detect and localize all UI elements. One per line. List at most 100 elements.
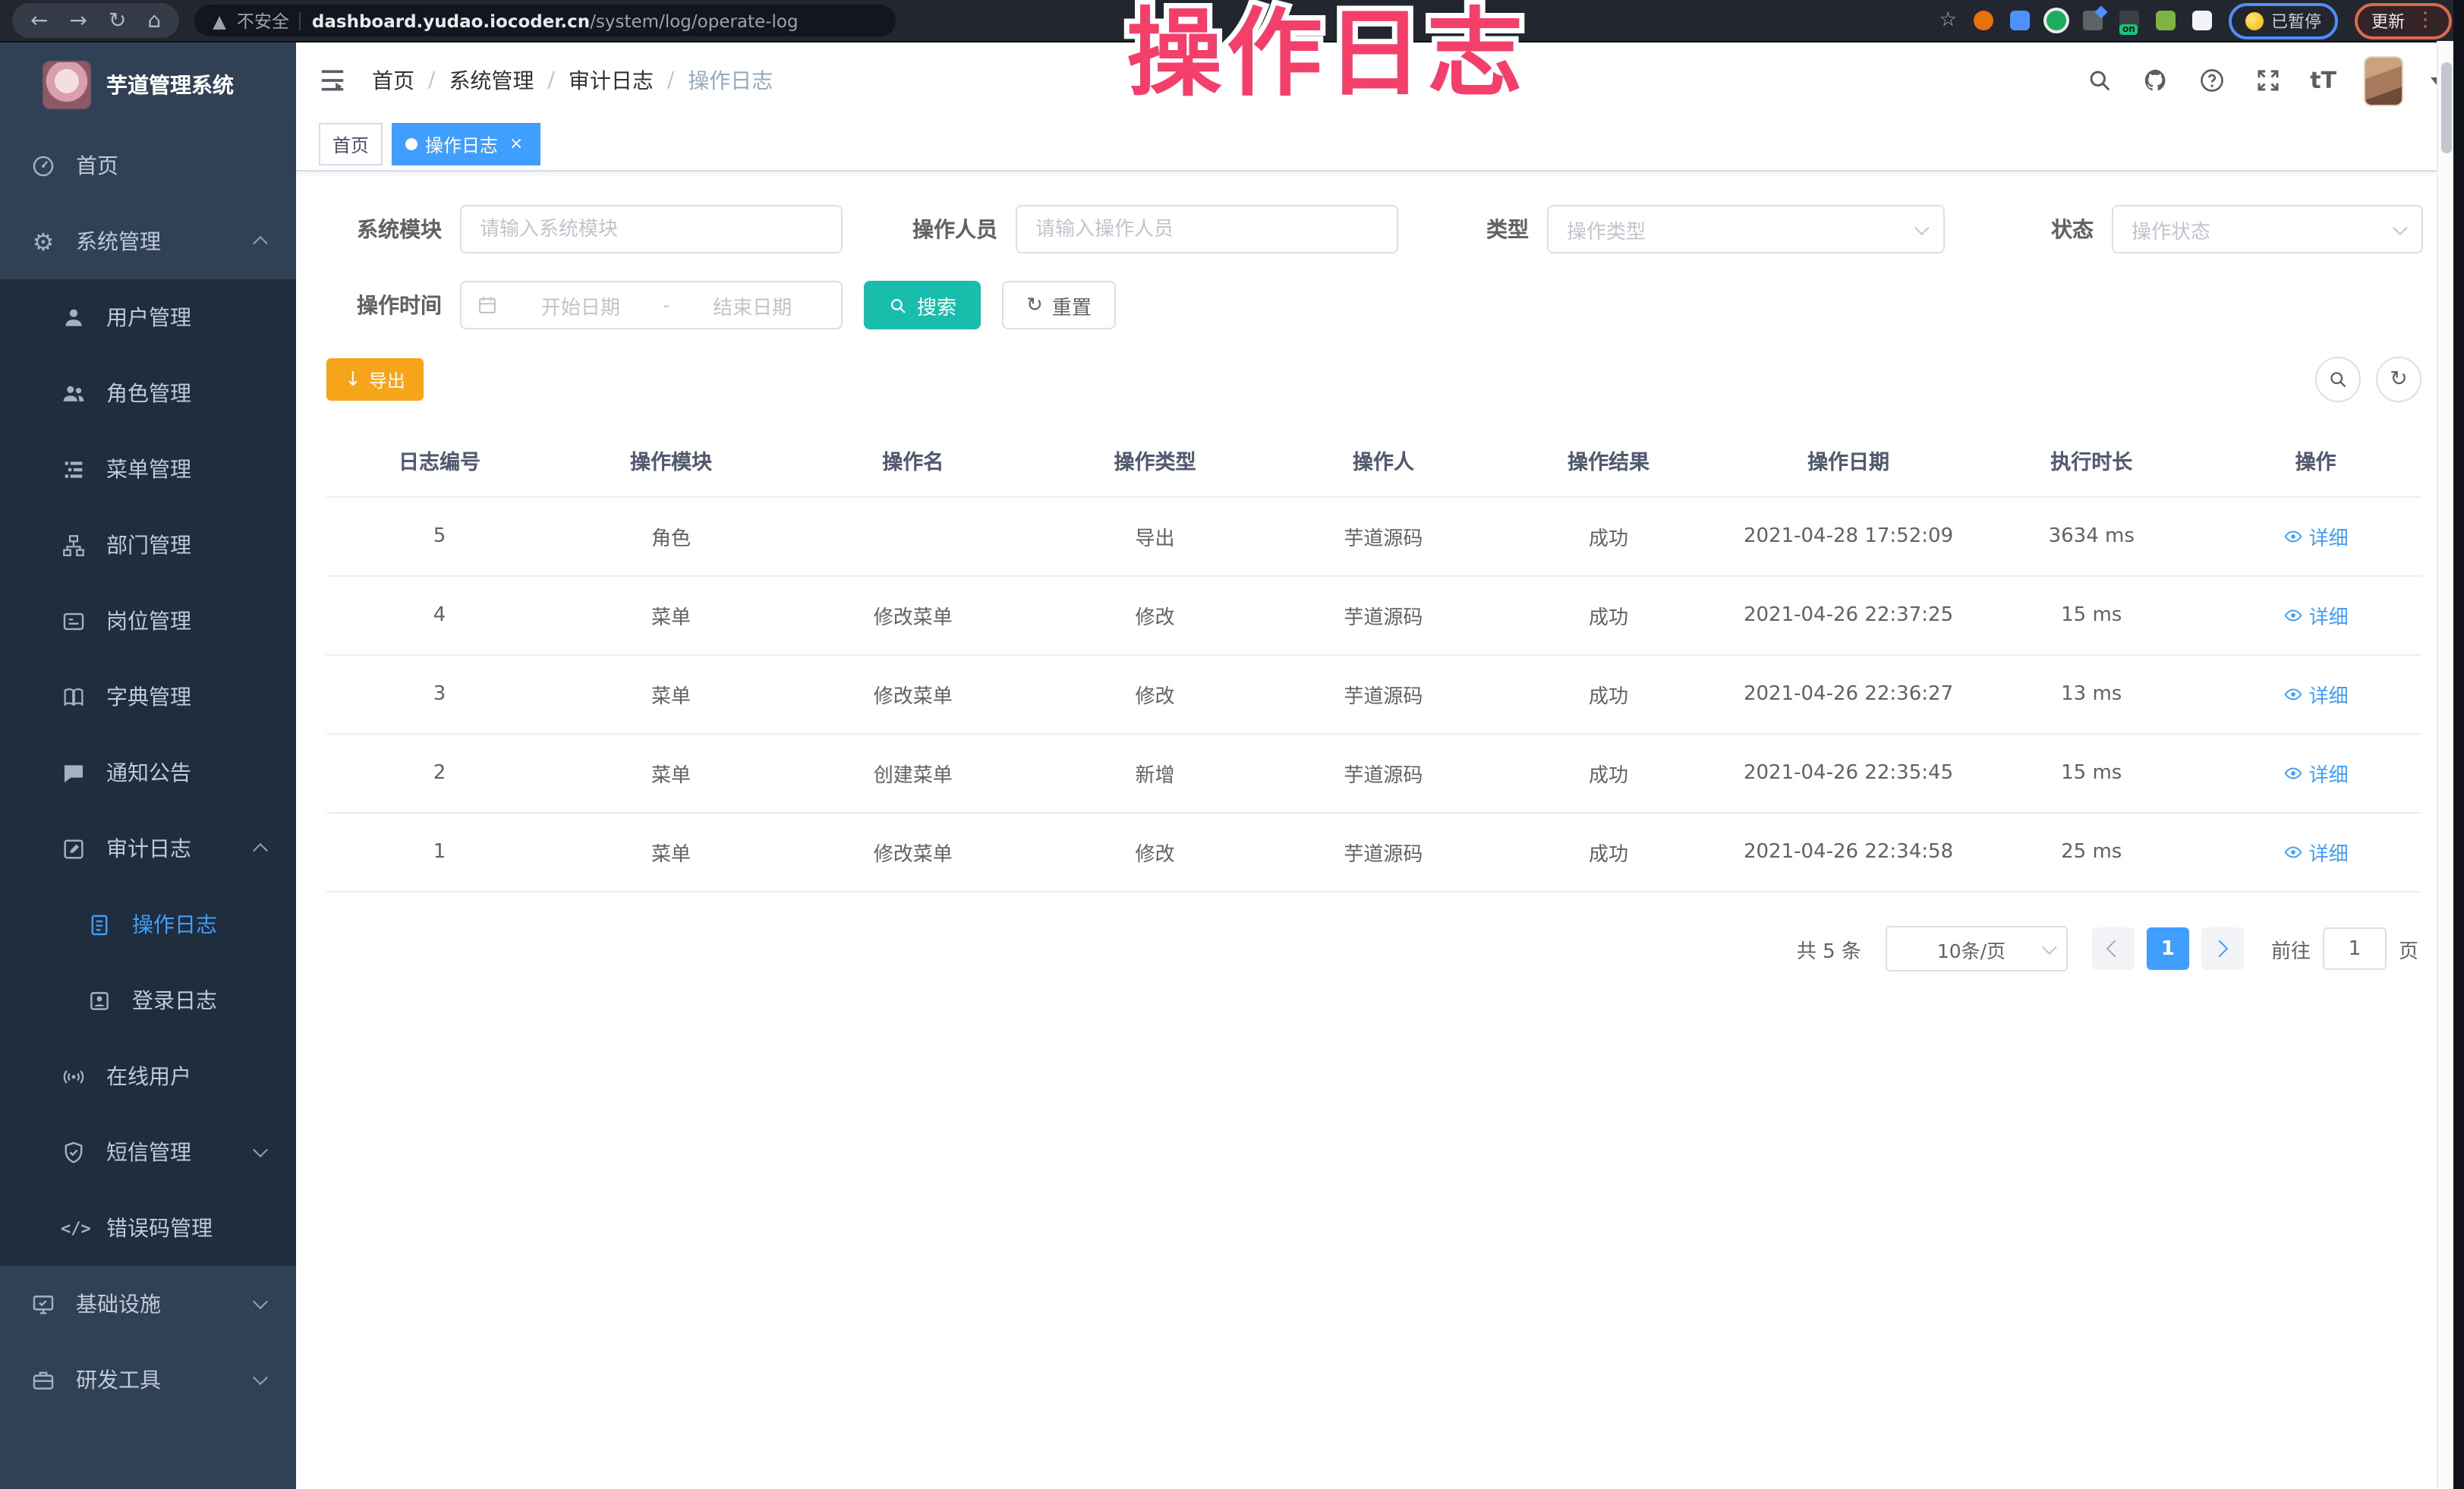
forward-icon[interactable]: →	[69, 10, 87, 31]
column-header: 日志编号	[326, 423, 553, 497]
tag-close-icon[interactable]: ×	[506, 134, 527, 155]
app-logo-image	[43, 61, 91, 109]
refresh-icon: ↻	[1026, 295, 1043, 315]
date-range-picker[interactable]: 开始日期 - 结束日期	[460, 281, 843, 329]
extension-icon-5[interactable]: on	[2119, 11, 2139, 30]
bookmark-star-icon[interactable]: ☆	[1939, 11, 1957, 30]
prev-page-button[interactable]	[2092, 927, 2135, 970]
sidebar-item-system[interactable]: ⚙ 系统管理	[0, 203, 296, 279]
chat-bubble-icon	[61, 760, 87, 785]
detail-link[interactable]: 详细	[2283, 837, 2349, 866]
calendar-icon	[477, 294, 498, 316]
column-header: 操作日期	[1724, 423, 1973, 497]
extension-icon-6[interactable]	[2156, 11, 2176, 30]
sidebar-item-users[interactable]: 用户管理	[0, 279, 296, 355]
goto-page-input[interactable]	[2323, 927, 2387, 970]
github-icon[interactable]	[2141, 67, 2169, 94]
sidebar-item-error-codes[interactable]: </> 错误码管理	[0, 1190, 296, 1266]
profile-paused-pill[interactable]: 已暂停	[2229, 2, 2338, 39]
system-submenu: 用户管理 角色管理 菜单管理 部门管理	[0, 279, 296, 1266]
breadcrumb-item[interactable]: 审计日志	[569, 65, 654, 96]
address-bar[interactable]: ▲ 不安全 dashboard.yudao.iocoder.cn/system/…	[194, 5, 896, 36]
module-input[interactable]	[460, 205, 843, 253]
badge-icon	[61, 608, 87, 634]
tag-operate-log[interactable]: 操作日志 ×	[392, 123, 540, 165]
search-icon	[2327, 369, 2349, 390]
column-header: 操作模块	[553, 423, 789, 497]
user-icon	[61, 304, 87, 330]
extensions-row: ☆ on 已暂停 更新 ⋮	[1939, 2, 2452, 39]
detail-link[interactable]: 详细	[2283, 521, 2349, 550]
page-scrollbar[interactable]	[2437, 41, 2453, 1489]
tag-home[interactable]: 首页	[319, 123, 383, 165]
extension-puzzle-icon[interactable]	[2192, 11, 2212, 30]
chevron-up-icon	[253, 236, 268, 251]
reload-icon[interactable]: ↻	[109, 10, 126, 31]
table-toolbar: ↓ 导出 ↻	[326, 357, 2421, 402]
sidebar-item-infrastructure[interactable]: 基础设施	[0, 1266, 296, 1342]
page-size-select[interactable]: 10条/页	[1886, 926, 2068, 971]
operator-input[interactable]	[1016, 205, 1398, 253]
extension-badge: on	[2119, 24, 2138, 35]
table-header-row: 日志编号 操作模块 操作名 操作类型 操作人 操作结果 操作日期 执行时长 操作	[326, 423, 2421, 497]
sidebar-item-menus[interactable]: 菜单管理	[0, 431, 296, 507]
user-avatar[interactable]	[2365, 57, 2402, 104]
page-number-1[interactable]: 1	[2147, 927, 2189, 970]
operator-label: 操作人员	[882, 214, 1016, 244]
sidebar-item-sms[interactable]: 短信管理	[0, 1114, 296, 1190]
font-size-icon[interactable]: tT	[2310, 67, 2336, 94]
type-select[interactable]: 操作类型	[1547, 205, 1945, 253]
sidebar-item-positions[interactable]: 岗位管理	[0, 583, 296, 659]
page-content: 系统模块 操作人员 类型 操作类型	[296, 172, 2464, 1489]
edit-log-icon	[61, 836, 87, 861]
eye-icon	[2283, 763, 2303, 782]
column-header: 执行时长	[1973, 423, 2210, 497]
signal-icon	[61, 1063, 87, 1089]
extension-icon-4[interactable]	[2083, 11, 2103, 30]
sidebar-item-roles[interactable]: 角色管理	[0, 355, 296, 431]
scrollbar-thumb[interactable]	[2441, 62, 2452, 153]
home-icon[interactable]: ⌂	[147, 10, 161, 31]
search-button[interactable]: 搜索	[864, 281, 981, 329]
refresh-icon: ↻	[2390, 367, 2407, 392]
url-domain: dashboard.yudao.iocoder.cn	[312, 10, 590, 31]
table-row: 2 菜单 创建菜单 新增 芋道源码 成功 2021-04-26 22:35:45…	[326, 734, 2421, 813]
sidebar-item-dictionary[interactable]: 字典管理	[0, 659, 296, 735]
sidebar-toggle-icon[interactable]	[317, 65, 348, 96]
toggle-search-button[interactable]	[2315, 357, 2361, 402]
download-icon: ↓	[345, 370, 361, 389]
status-label: 状态	[2024, 214, 2112, 244]
reset-button[interactable]: ↻ 重置	[1002, 281, 1116, 329]
sidebar-item-departments[interactable]: 部门管理	[0, 507, 296, 583]
chevron-down-icon	[253, 1142, 268, 1157]
sidebar-item-login-log[interactable]: 登录日志	[0, 962, 296, 1038]
next-page-button[interactable]	[2201, 927, 2244, 970]
detail-link[interactable]: 详细	[2283, 600, 2349, 629]
column-header: 操作类型	[1037, 423, 1274, 497]
export-button[interactable]: ↓ 导出	[326, 358, 424, 401]
sidebar-item-home[interactable]: 首页	[0, 127, 296, 203]
dashboard-icon	[30, 153, 56, 178]
search-icon[interactable]	[2085, 67, 2113, 94]
back-icon[interactable]: ←	[30, 10, 48, 31]
sidebar-item-audit-log[interactable]: 审计日志	[0, 811, 296, 886]
breadcrumb-item[interactable]: 系统管理	[449, 65, 534, 96]
extension-icon-3[interactable]	[2047, 11, 2066, 30]
breadcrumb-item[interactable]: 首页	[372, 65, 414, 96]
sidebar-item-operate-log[interactable]: 操作日志	[0, 886, 296, 962]
update-button[interactable]: 更新 ⋮	[2355, 2, 2452, 39]
extension-icon-1[interactable]	[1974, 11, 1993, 30]
fullscreen-icon[interactable]	[2254, 67, 2281, 94]
docs-help-icon[interactable]	[2198, 67, 2225, 94]
refresh-table-button[interactable]: ↻	[2376, 357, 2421, 402]
status-select[interactable]: 操作状态	[2112, 205, 2423, 253]
detail-link[interactable]: 详细	[2283, 758, 2349, 787]
sidebar-item-notices[interactable]: 通知公告	[0, 735, 296, 811]
code-icon: </>	[61, 1215, 87, 1241]
sidebar-item-online-users[interactable]: 在线用户	[0, 1038, 296, 1114]
detail-link[interactable]: 详细	[2283, 679, 2349, 708]
extension-icon-2[interactable]	[2010, 11, 2030, 30]
app-logo-row[interactable]: 芋道管理系统	[0, 42, 296, 127]
browser-menu-icon[interactable]: ⋮	[2415, 9, 2435, 32]
sidebar-item-dev-tools[interactable]: 研发工具	[0, 1342, 296, 1418]
